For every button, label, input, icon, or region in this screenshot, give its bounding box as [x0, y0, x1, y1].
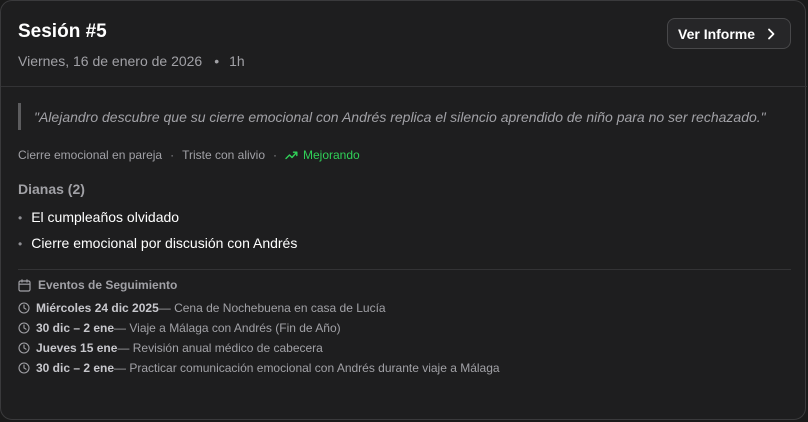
- view-report-button[interactable]: Ver Informe: [667, 18, 791, 49]
- event-date: Jueves 15 ene: [36, 341, 118, 355]
- events-heading: Eventos de Seguimiento: [18, 278, 177, 292]
- tag-progress-label: Mejorando: [303, 148, 360, 162]
- bullet: •: [18, 211, 23, 225]
- events-divider: [18, 269, 791, 270]
- view-report-label: Ver Informe: [678, 25, 756, 42]
- dianas-heading: Dianas (2): [18, 181, 85, 197]
- event-item: Miércoles 24 dic 2025 — Cena de Nochebue…: [18, 301, 386, 315]
- session-title: Sesión #5: [18, 21, 107, 42]
- trending-up-icon: [285, 151, 298, 160]
- clock-icon: [18, 322, 30, 334]
- event-item: Jueves 15 ene — Revisión anual médico de…: [18, 341, 323, 355]
- chevron-right-icon: [768, 28, 775, 40]
- event-text: — Viaje a Málaga con Andrés (Fin de Año): [114, 321, 341, 335]
- event-date: 30 dic – 2 ene: [36, 321, 115, 335]
- meta-separator: •: [214, 53, 220, 69]
- event-date: 30 dic – 2 ene: [36, 361, 115, 375]
- event-text: — Cena de Nochebuena en casa de Lucía: [158, 301, 386, 315]
- event-text: — Revisión anual médico de cabecera: [117, 341, 323, 355]
- diana-label: El cumpleaños olvidado: [31, 209, 180, 225]
- tag-separator: ·: [170, 148, 175, 162]
- bullet: •: [18, 237, 23, 251]
- tag-topic: Cierre emocional en pareja: [18, 148, 163, 162]
- event-item: 30 dic – 2 ene — Viaje a Málaga con Andr…: [18, 321, 341, 335]
- calendar-icon: [18, 278, 31, 292]
- event-date: Miércoles 24 dic 2025: [36, 301, 159, 315]
- events-heading-label: Eventos de Seguimiento: [38, 278, 178, 292]
- tag-progress: Mejorando: [285, 148, 360, 162]
- diana-item: • El cumpleaños olvidado: [18, 209, 179, 225]
- session-quote: "Alejandro descubre que su cierre emocio…: [34, 109, 766, 125]
- clock-icon: [18, 302, 30, 314]
- tag-separator: ·: [273, 148, 277, 162]
- quote-bar: [18, 103, 21, 130]
- session-tags: Cierre emocional en pareja · Triste con …: [18, 148, 360, 162]
- session-duration: 1h: [229, 53, 245, 69]
- diana-item: • Cierre emocional por discusión con Andr…: [18, 235, 297, 251]
- event-item: 30 dic – 2 ene — Practicar comunicación …: [18, 361, 500, 375]
- clock-icon: [18, 342, 30, 354]
- session-meta: Viernes, 16 de enero de 2026 • 1h: [18, 53, 245, 69]
- session-date: Viernes, 16 de enero de 2026: [18, 53, 203, 69]
- header-divider: [1, 86, 807, 87]
- event-text: — Practicar comunicación emocional con A…: [114, 361, 500, 375]
- clock-icon: [18, 362, 30, 374]
- diana-label: Cierre emocional por discusión con André…: [31, 235, 298, 251]
- session-card: Sesión #5 Viernes, 16 de enero de 2026 • 1…: [0, 0, 807, 420]
- tag-mood: Triste con alivio: [182, 148, 265, 162]
